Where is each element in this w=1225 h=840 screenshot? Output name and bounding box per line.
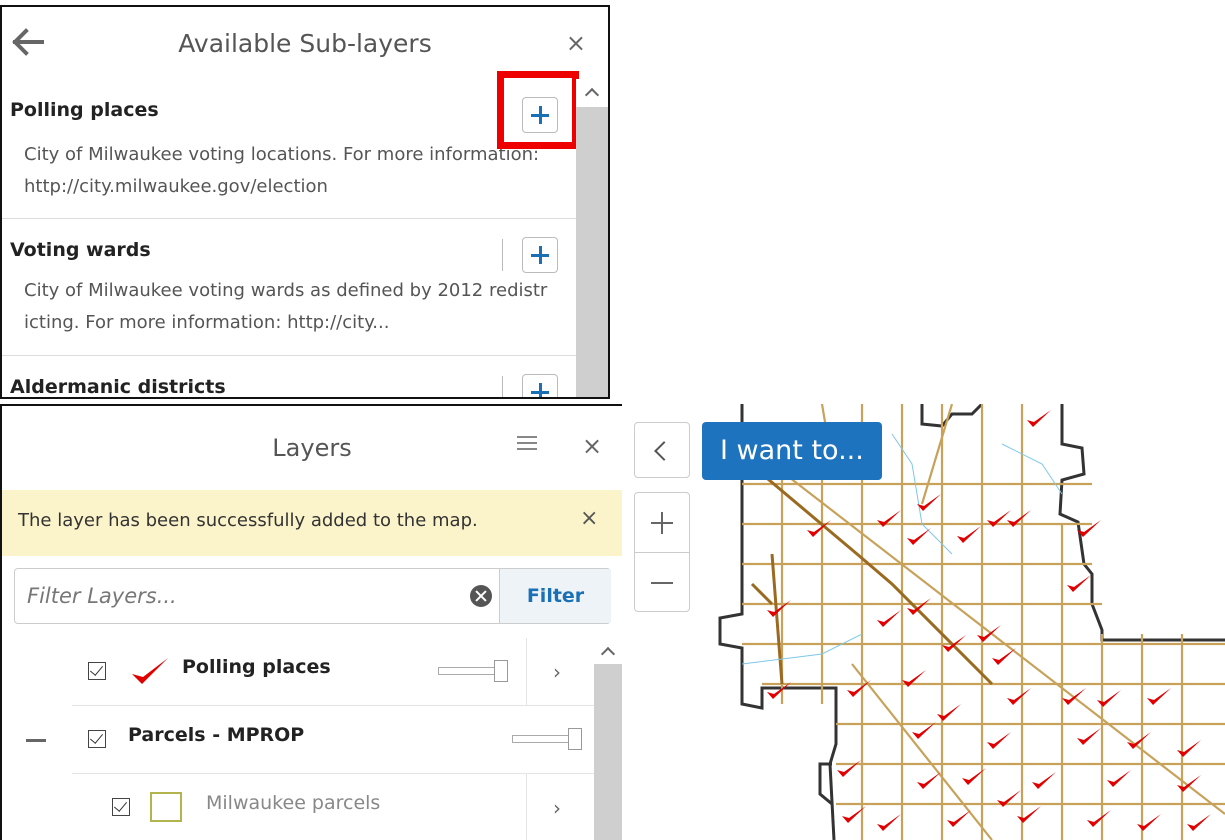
sub-layer-item-aldermanic-districts: Aldermanic districts: [2, 356, 576, 398]
parcel-swatch-icon: [150, 792, 182, 822]
sub-layers-header: Available Sub-layers ×: [2, 7, 608, 79]
layer-row-polling-places[interactable]: Polling places ›: [72, 638, 594, 706]
collapse-group-icon[interactable]: [26, 739, 46, 742]
layer-name: Milwaukee parcels: [206, 792, 381, 814]
success-notice: The layer has been successfully added to…: [2, 490, 622, 556]
hamburger-icon[interactable]: [517, 436, 537, 452]
layer-details-button[interactable]: ›: [526, 638, 594, 705]
scroll-up-icon[interactable]: [576, 79, 608, 107]
map-view[interactable]: I want to...: [622, 404, 1225, 840]
minus-icon[interactable]: [635, 553, 689, 613]
layers-header: Layers ×: [2, 406, 622, 490]
checkmark-icon: [132, 658, 168, 684]
divider: [502, 239, 503, 271]
clear-circle-icon[interactable]: [470, 585, 492, 607]
filter-layers-input[interactable]: [15, 569, 498, 623]
scroll-up-icon[interactable]: [594, 638, 622, 664]
sub-layer-name: Polling places: [10, 99, 159, 121]
layer-visibility-checkbox[interactable]: [88, 730, 106, 748]
chevron-right-icon: ›: [553, 796, 561, 820]
layers-panel: Layers × The layer has been successfully…: [0, 404, 622, 840]
sub-layers-list: Polling places City of Milwaukee voting …: [2, 79, 576, 397]
layer-row-parcels-mprop[interactable]: Parcels - MPROP: [72, 706, 594, 774]
layer-visibility-checkbox[interactable]: [112, 798, 130, 816]
close-icon[interactable]: ×: [580, 506, 598, 531]
divider: [502, 376, 503, 397]
scrollbar[interactable]: [576, 79, 608, 397]
scrollbar[interactable]: [594, 638, 622, 840]
notice-text: The layer has been successfully added to…: [18, 510, 478, 531]
sub-layer-description: City of Milwaukee voting wards as define…: [24, 280, 548, 333]
add-sub-layer-button[interactable]: [522, 374, 558, 397]
zoom-controls: [634, 492, 690, 612]
filter-bar: Filter: [14, 568, 611, 624]
layer-name: Polling places: [182, 656, 331, 678]
sub-layer-name: Voting wards: [10, 239, 151, 261]
chevron-right-icon: ›: [553, 660, 561, 684]
layer-name: Parcels - MPROP: [128, 724, 305, 746]
plus-icon[interactable]: [635, 493, 689, 553]
opacity-slider[interactable]: [438, 660, 510, 682]
layer-details-button[interactable]: ›: [526, 774, 594, 840]
available-sub-layers-panel: Available Sub-layers × Polling places Ci…: [0, 5, 610, 399]
sub-layer-name: Aldermanic districts: [10, 376, 226, 398]
close-icon[interactable]: ×: [566, 29, 586, 57]
i-want-to-button[interactable]: I want to...: [702, 422, 882, 480]
layer-list: Polling places › Parcels - MPROP Milwauk…: [2, 638, 594, 840]
add-sub-layer-button[interactable]: [522, 237, 558, 273]
sub-layer-description: City of Milwaukee voting locations. For …: [24, 144, 540, 197]
layer-visibility-checkbox[interactable]: [88, 662, 106, 680]
close-icon[interactable]: ×: [582, 432, 602, 460]
sub-layer-item-polling-places: Polling places City of Milwaukee voting …: [2, 79, 576, 219]
filter-button[interactable]: Filter: [499, 569, 611, 623]
sub-layer-item-voting-wards: Voting wards City of Milwaukee voting wa…: [2, 219, 576, 356]
layer-row-milwaukee-parcels[interactable]: Milwaukee parcels ›: [98, 774, 594, 840]
add-sub-layer-button[interactable]: [522, 97, 558, 133]
sub-layers-title: Available Sub-layers: [178, 29, 432, 58]
opacity-slider[interactable]: [512, 728, 584, 750]
chevron-left-icon[interactable]: [634, 422, 690, 478]
